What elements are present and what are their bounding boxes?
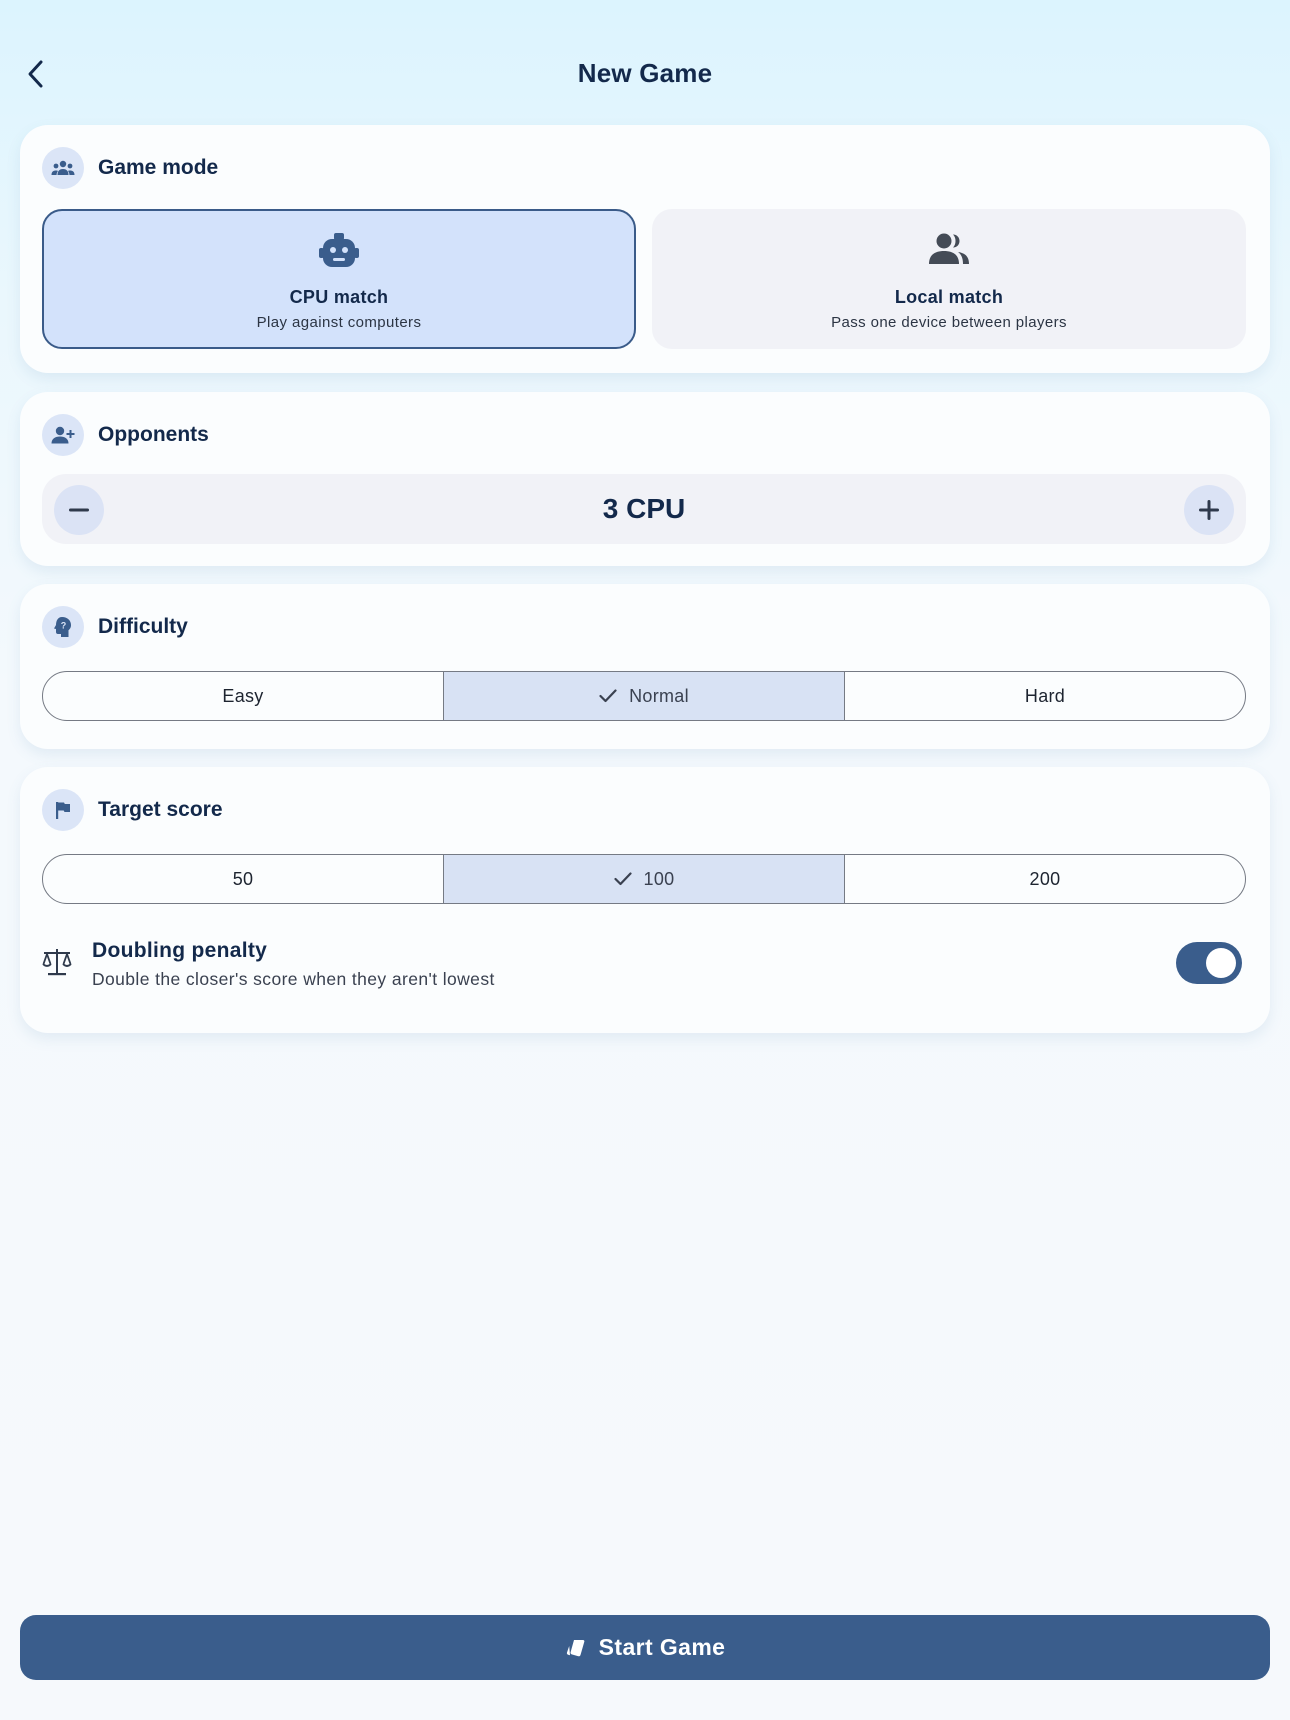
difficulty-segmented: Easy Normal Hard [42, 671, 1246, 721]
svg-text:?: ? [61, 621, 67, 631]
target-option-100[interactable]: 100 [443, 855, 844, 903]
start-game-label: Start Game [598, 1634, 726, 1660]
difficulty-option-hard[interactable]: Hard [844, 672, 1245, 720]
game-mode-header: Game mode [42, 147, 218, 189]
difficulty-option-easy[interactable]: Easy [43, 672, 443, 720]
target-score-segmented: 50 100 200 [42, 854, 1246, 904]
target-option-200[interactable]: 200 [844, 855, 1245, 903]
difficulty-card: ? Difficulty Easy Normal Hard [20, 584, 1270, 749]
check-icon [613, 872, 632, 886]
group-icon [42, 147, 84, 189]
check-icon [599, 689, 617, 703]
toggle-knob [1206, 948, 1236, 978]
people-icon [654, 233, 1244, 265]
flag-icon [42, 789, 84, 831]
doubling-penalty-description: Double the closer's score when they aren… [92, 969, 495, 989]
target-score-title: Target score [98, 798, 223, 821]
target-score-header: Target score [42, 789, 223, 831]
game-mode-card: Game mode CPU match Play against compute… [20, 125, 1270, 373]
increment-button[interactable] [1184, 485, 1234, 535]
segment-label: Easy [222, 685, 264, 706]
segment-label: Normal [629, 685, 689, 706]
opponents-card: Opponents 3 CPU [20, 392, 1270, 566]
cards-icon [566, 1639, 585, 1656]
robot-icon [44, 233, 634, 267]
opponents-title: Opponents [98, 423, 209, 446]
difficulty-title: Difficulty [98, 615, 188, 638]
target-option-50[interactable]: 50 [43, 855, 443, 903]
mode-label: Local match [894, 287, 1004, 307]
mode-description: Play against computers [256, 314, 422, 331]
segment-label: 100 [643, 868, 675, 889]
segment-label: 50 [232, 868, 254, 889]
game-mode-title: Game mode [98, 156, 219, 179]
doubling-penalty-row: Doubling penalty Double the closer's sco… [42, 939, 1246, 1009]
opponents-header: Opponents [42, 414, 209, 456]
opponents-count: 3 CPU [602, 493, 686, 524]
person-add-icon [42, 414, 84, 456]
mode-description: Pass one device between players [831, 314, 1067, 331]
balance-scale-icon [42, 949, 72, 976]
page-title: New Game [577, 58, 713, 88]
doubling-penalty-title: Doubling penalty [92, 939, 268, 962]
difficulty-option-normal[interactable]: Normal [443, 672, 844, 720]
start-game-button[interactable]: Start Game [20, 1615, 1270, 1680]
difficulty-header: ? Difficulty [42, 606, 188, 648]
doubling-penalty-toggle[interactable] [1176, 942, 1242, 984]
segment-label: 200 [1029, 868, 1061, 889]
brain-question-icon: ? [42, 606, 84, 648]
mode-option-local-match[interactable]: Local match Pass one device between play… [652, 209, 1246, 349]
segment-label: Hard [1024, 685, 1066, 706]
mode-label: CPU match [289, 287, 389, 307]
target-score-card: Target score 50 100 200 Doubling penalty… [20, 767, 1270, 1033]
mode-option-cpu-match[interactable]: CPU match Play against computers [42, 209, 636, 349]
opponents-stepper: 3 CPU [42, 474, 1246, 544]
plus-icon [1199, 500, 1219, 520]
